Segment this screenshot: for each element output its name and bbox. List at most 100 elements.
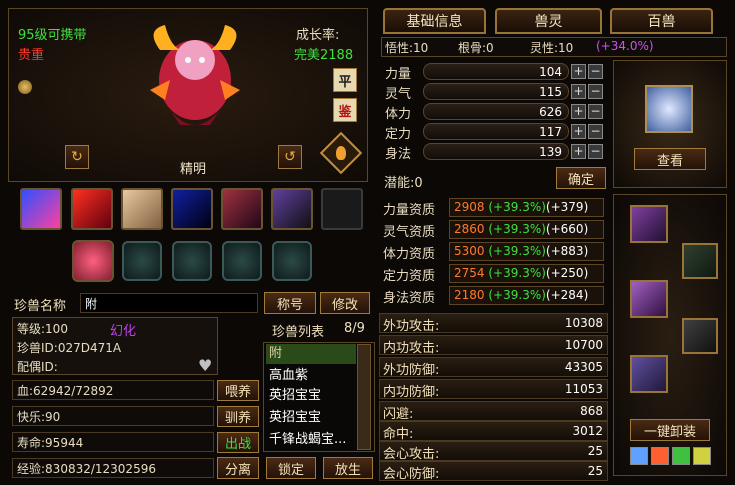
pet-list-item[interactable]: 高血紫 [266,366,356,386]
plus-button[interactable]: + [571,64,586,79]
pet-level-text: 95级可携带 [18,28,87,43]
modify-button[interactable]: 修改 [320,292,370,314]
stat-row-strength: 力量 104 + − [381,62,607,82]
aptitude-row-strength: 力量资质 2908 (+39.3%)(+379) [381,197,607,219]
combat-value: 25 [587,444,603,458]
aptitude-base: 5300 [454,244,485,258]
potential-points: 潜能:0 [384,176,423,191]
spirit-item-slot[interactable] [645,85,693,133]
release-button[interactable]: 放生 [323,457,373,479]
skill-slot-2[interactable] [71,188,113,230]
skill-slot-1[interactable] [20,188,62,230]
aptitude-row-agility: 身法资质 2180 (+39.3%)(+284) [381,285,607,307]
confirm-button[interactable]: 确定 [556,167,606,189]
combat-value: 10308 [564,316,603,330]
equip-slot-1[interactable] [630,205,668,243]
skill-slot-5[interactable] [221,188,263,230]
view-button[interactable]: 查看 [634,148,706,170]
skill-slot-3[interactable] [121,188,163,230]
stat-bar: 117 [423,123,569,140]
minus-button[interactable]: − [588,124,603,139]
equip-slot-5[interactable] [630,355,668,393]
aptitude-pct: (+39.3%) [488,266,546,280]
equip-slot-3[interactable] [630,280,668,318]
minus-button[interactable]: − [588,84,603,99]
combat-row-dodge: 闪避: 868 [379,401,608,422]
buff-icon-1 [630,447,648,465]
tab-hundred-beasts[interactable]: 百兽 [610,8,713,34]
aptitude-values: 5300 (+39.3%)(+883) [449,242,604,261]
skill-slot-6[interactable] [271,188,313,230]
aptitude-values: 2860 (+39.3%)(+660) [449,220,604,239]
wuxing-value: 悟性:10 [385,41,429,55]
combat-row-crit-defense: 会心防御: 25 [379,461,608,482]
combat-row-hit: 命中: 3012 [379,421,608,442]
pet-name-input[interactable]: 附 [80,293,258,313]
flame-icon [336,146,346,160]
tab-beast-spirit[interactable]: 兽灵 [495,8,602,34]
rotate-left-button[interactable]: ↻ [65,145,89,169]
unequip-all-button[interactable]: 一键卸装 [630,419,710,441]
aptitude-bonus: (+660) [545,222,589,236]
minus-button[interactable]: − [588,104,603,119]
aptitude-row-focus: 定力资质 2754 (+39.3%)(+250) [381,263,607,285]
huanhua-label: 幻化 [110,324,137,339]
aptitude-base: 2180 [454,288,485,302]
empty-gem-slot-3[interactable] [172,241,212,281]
tame-button[interactable]: 驯养 [217,406,259,427]
pet-list-title: 珍兽列表 [272,325,325,340]
aptitude-bonus: (+250) [545,266,589,280]
combat-value: 11053 [564,382,603,396]
title-button[interactable]: 称号 [264,292,316,314]
stat-row-focus: 定力 117 + − [381,122,607,142]
gem-slot-1[interactable] [72,240,114,282]
aptitude-base: 2754 [454,266,485,280]
combat-row-inner-defense: 内功防御: 11053 [379,379,608,400]
empty-gem-slot-5[interactable] [272,241,312,281]
plus-button[interactable]: + [571,144,586,159]
stat-value: 626 [539,105,562,119]
skill-slot-7-empty[interactable] [321,188,363,230]
jian-button[interactable]: 鉴 [333,98,357,122]
equip-slot-2[interactable] [682,243,718,279]
pet-list-scrollbar[interactable] [357,344,371,450]
feed-button[interactable]: 喂养 [217,380,259,401]
aptitude-bonus: (+379) [545,200,589,214]
combat-value: 25 [587,464,603,478]
pet-rarity: 贵重 [18,48,45,63]
combat-label: 会心防御: [383,467,440,482]
pet-list-item[interactable]: 英招宝宝 [266,386,356,406]
empty-gem-slot-2[interactable] [122,241,162,281]
stat-value: 104 [539,65,562,79]
pet-list-item[interactable]: 英招宝宝 [266,408,356,428]
aptitude-values: 2908 (+39.3%)(+379) [449,198,604,217]
exp-bar: 经验:830832/12302596 [12,458,214,478]
split-button[interactable]: 分离 [217,457,259,479]
coin-icon [18,80,32,94]
plus-button[interactable]: + [571,124,586,139]
combat-label: 外功攻击: [383,319,440,334]
lingxing-bonus: (+34.0%) [596,39,654,53]
combat-label: 内功防御: [383,385,440,400]
stat-bar: 115 [423,83,569,100]
tab-basic-info[interactable]: 基础信息 [383,8,486,34]
skill-slot-4[interactable] [171,188,213,230]
fight-button[interactable]: 出战 [217,432,259,453]
empty-gem-slot-4[interactable] [222,241,262,281]
pet-list-item-selected[interactable]: 附 [266,344,356,364]
plus-button[interactable]: + [571,104,586,119]
minus-button[interactable]: − [588,64,603,79]
ping-button[interactable]: 平 [333,68,357,92]
rotate-right-button[interactable]: ↺ [278,145,302,169]
equip-slot-4[interactable] [682,318,718,354]
combat-label: 外功防御: [383,363,440,378]
plus-button[interactable]: + [571,84,586,99]
aptitude-values: 2754 (+39.3%)(+250) [449,264,604,283]
mate-id: 配偶ID: [17,360,58,374]
lock-button[interactable]: 锁定 [266,457,316,479]
pet-list-item[interactable]: 千锋战蝎宝... [266,430,356,450]
minus-button[interactable]: − [588,144,603,159]
combat-value: 10700 [564,338,603,352]
combat-value: 868 [580,404,603,418]
stat-label: 定力 [385,127,412,142]
